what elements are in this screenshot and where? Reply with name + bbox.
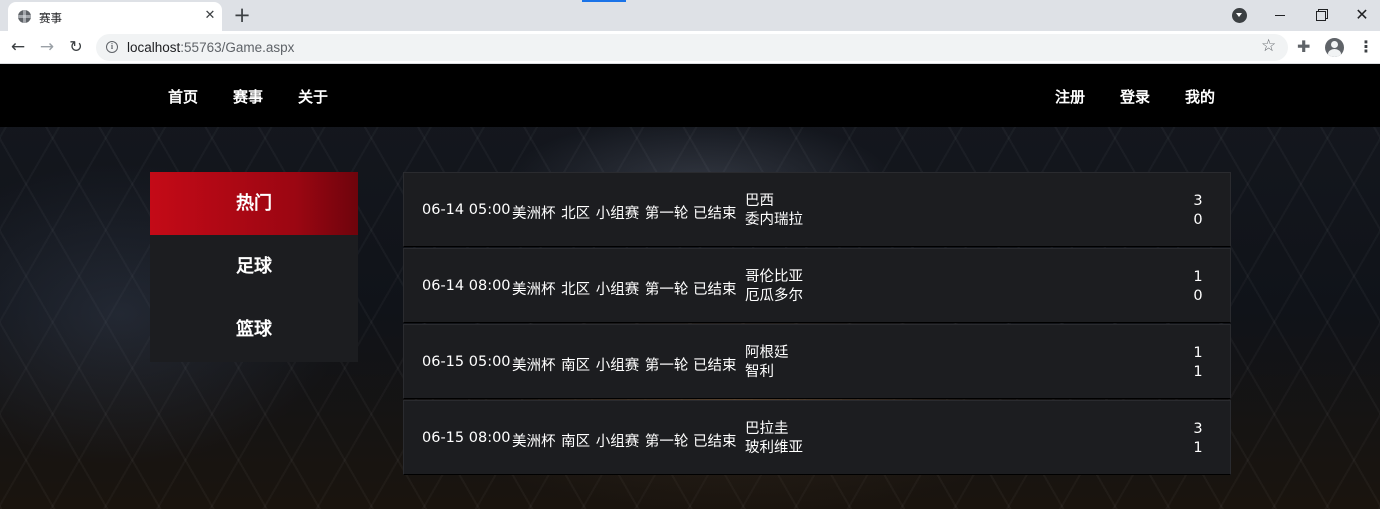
match-league: 美洲杯 南区 小组赛 第一轮 [512,434,689,450]
away-team: 智利 [745,364,774,380]
back-arrow-icon[interactable]: ← [6,35,30,59]
browser-tab[interactable]: 赛事 ✕ [8,2,222,31]
tab-search-icon[interactable] [1232,8,1247,23]
match-league: 美洲杯 南区 小组赛 第一轮 [512,358,689,374]
browser-tabstrip: 赛事 ✕ + ✕ [0,0,1380,31]
new-tab-button[interactable]: + [232,3,252,27]
sidebar-item-football[interactable]: 足球 [150,235,358,298]
profile-avatar-icon[interactable] [1325,38,1344,57]
match-scores: 3 0 [1190,192,1206,230]
match-league: 美洲杯 北区 小组赛 第一轮 [512,282,689,298]
tab-close-icon[interactable]: ✕ [202,6,218,26]
match-row[interactable]: 06-15 08:00 美洲杯 南区 小组赛 第一轮 已结束 巴拉圭 玻利维亚 … [403,400,1231,475]
extensions-puzzle-icon[interactable]: ✚ [1297,37,1310,56]
home-score: 1 [1193,269,1203,285]
match-row[interactable]: 06-14 08:00 美洲杯 北区 小组赛 第一轮 已结束 哥伦比亚 厄瓜多尔… [403,248,1231,323]
away-team: 厄瓜多尔 [745,288,803,304]
page-body: 首页 赛事 关于 注册 登录 我的 热门 足球 篮球 06-14 05:00 美… [0,64,1380,509]
nav-login[interactable]: 登录 [1120,86,1150,107]
match-list: 06-14 05:00 美洲杯 北区 小组赛 第一轮 已结束 巴西 委内瑞拉 3… [403,172,1231,476]
bookmark-star-icon[interactable]: ☆ [1261,36,1276,56]
restore-icon[interactable] [1306,2,1336,28]
browser-menu-icon[interactable]: ⋮ [1358,37,1374,57]
info-icon[interactable]: i [106,41,118,53]
home-score: 3 [1193,193,1203,209]
globe-icon [18,10,31,23]
sidebar-item-basketball[interactable]: 篮球 [150,298,358,361]
forward-arrow-icon[interactable]: → [35,35,59,59]
away-team: 委内瑞拉 [745,212,803,228]
minimize-icon[interactable] [1265,2,1295,28]
match-teams: 阿根廷 智利 [745,344,789,382]
tab-indicator [582,0,626,2]
match-status: 已结束 [693,282,737,298]
sidebar-item-hot[interactable]: 热门 [150,172,358,235]
match-status: 已结束 [693,358,737,374]
site-nav: 首页 赛事 关于 注册 登录 我的 [0,64,1380,127]
match-teams: 巴西 委内瑞拉 [745,192,803,230]
address-bar[interactable]: i localhost:55763/Game.aspx ☆ [96,34,1288,61]
away-score: 1 [1193,364,1203,380]
match-teams: 哥伦比亚 厄瓜多尔 [745,268,803,306]
match-scores: 1 0 [1190,268,1206,306]
away-score: 1 [1193,440,1203,456]
home-team: 巴拉圭 [745,421,789,437]
home-score: 1 [1193,345,1203,361]
match-status: 已结束 [693,206,737,222]
category-sidebar: 热门 足球 篮球 [150,172,358,362]
away-score: 0 [1193,288,1203,304]
nav-about[interactable]: 关于 [298,86,328,107]
nav-events[interactable]: 赛事 [233,86,263,107]
match-scores: 3 1 [1190,420,1206,458]
match-time: 06-15 05:00 [422,354,511,370]
match-time: 06-14 08:00 [422,278,511,294]
home-team: 巴西 [745,193,774,209]
match-status: 已结束 [693,434,737,450]
url-text[interactable]: localhost:55763/Game.aspx [127,40,294,55]
match-time: 06-14 05:00 [422,202,511,218]
away-team: 玻利维亚 [745,440,803,456]
match-row[interactable]: 06-15 05:00 美洲杯 南区 小组赛 第一轮 已结束 阿根廷 智利 1 … [403,324,1231,399]
match-time: 06-15 08:00 [422,430,511,446]
home-score: 3 [1193,421,1203,437]
match-row[interactable]: 06-14 05:00 美洲杯 北区 小组赛 第一轮 已结束 巴西 委内瑞拉 3… [403,172,1231,247]
window-close-icon[interactable]: ✕ [1347,2,1377,28]
reload-icon[interactable]: ↻ [64,35,88,59]
home-team: 阿根廷 [745,345,789,361]
nav-register[interactable]: 注册 [1055,86,1085,107]
browser-toolbar: ← → ↻ i localhost:55763/Game.aspx ☆ ✚ [0,31,1380,64]
tab-title: 赛事 [39,11,62,25]
nav-home[interactable]: 首页 [168,86,198,107]
away-score: 0 [1193,212,1203,228]
home-team: 哥伦比亚 [745,269,803,285]
nav-mine[interactable]: 我的 [1185,86,1215,107]
match-league: 美洲杯 北区 小组赛 第一轮 [512,206,689,222]
match-scores: 1 1 [1190,344,1206,382]
match-teams: 巴拉圭 玻利维亚 [745,420,803,458]
